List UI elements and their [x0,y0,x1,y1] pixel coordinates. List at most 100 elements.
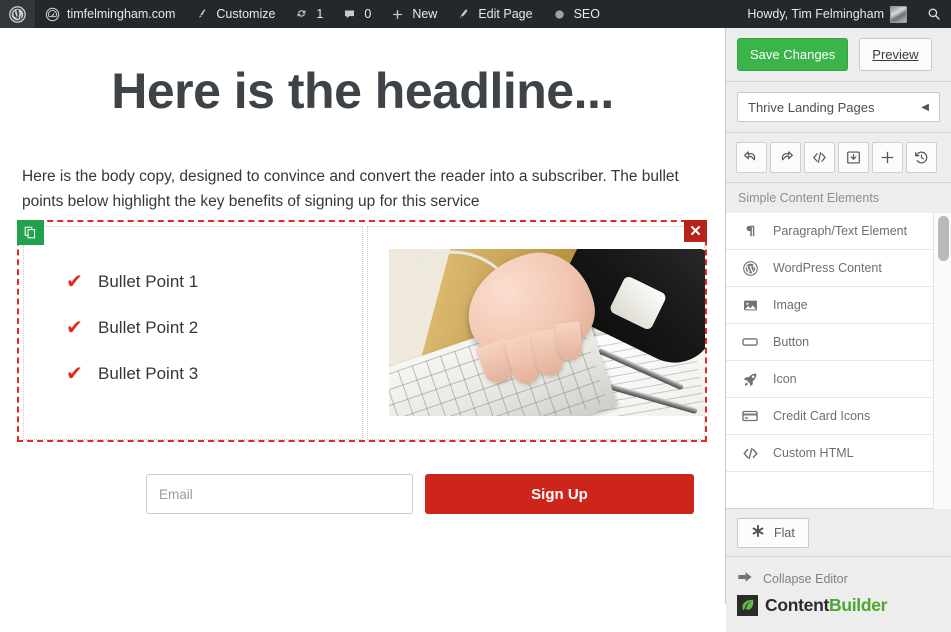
list-item[interactable]: ✔ Bullet Point 3 [66,351,198,397]
elements-list-scrollbar[interactable] [933,213,951,509]
panel-template-select: Thrive Landing Pages ◀ [726,82,951,133]
comments-count: 0 [364,7,372,21]
wordpress-icon [740,258,760,278]
preview-button[interactable]: Preview [859,38,932,71]
thrive-editor-sidebar: Save Changes Preview Thrive Landing Page… [725,28,951,632]
element-wordpress-content[interactable]: WordPress Content [726,250,933,287]
style-flat-button[interactable]: Flat [737,517,809,548]
brand-text: ContentBuilder [765,595,887,616]
credit-card-icon [740,406,760,426]
comments-link[interactable]: 0 [332,0,380,28]
page-editor-canvas[interactable]: Here is the headline... Here is the body… [0,28,725,604]
element-label: Custom HTML [773,446,854,460]
edit-page-label: Edit Page [478,7,533,21]
save-template-button[interactable] [838,142,869,173]
selected-content-section[interactable]: ✕ ✔ Bullet Point 1 ✔ Bullet Point 2 ✔ Bu… [17,220,707,442]
search-icon [925,6,942,23]
new-content-menu[interactable]: New [380,0,446,28]
code-icon [811,149,828,166]
code-button[interactable] [804,142,835,173]
history-icon [913,149,930,166]
wordpress-admin-bar: timfelmingham.com Customize 1 0 New Edit… [0,0,951,28]
element-image[interactable]: Image [726,287,933,324]
pencil-icon [455,6,472,23]
bullet-list[interactable]: ✔ Bullet Point 1 ✔ Bullet Point 2 ✔ Bull… [66,259,198,397]
element-label: Paragraph/Text Element [773,224,908,238]
redo-button[interactable] [770,142,801,173]
revision-history-button[interactable] [906,142,937,173]
element-paragraph-text[interactable]: Paragraph/Text Element [726,213,933,250]
brand-word-builder: Builder [829,595,888,615]
element-custom-html[interactable]: Custom HTML [726,435,933,472]
search-button[interactable] [916,0,951,28]
element-icon[interactable]: Icon [726,361,933,398]
bullet-label: Bullet Point 1 [98,272,199,291]
updates-count: 1 [316,7,324,21]
customize-link[interactable]: Customize [184,0,284,28]
save-changes-button[interactable]: Save Changes [737,38,849,71]
delete-element-button[interactable]: ✕ [684,220,707,242]
content-image[interactable] [389,249,705,416]
duplicate-icon [24,226,37,239]
element-button[interactable]: Button [726,324,933,361]
template-dropdown[interactable]: Thrive Landing Pages ◀ [737,92,940,122]
brand-word-content: Content [765,595,829,615]
panel-toolbar [726,133,951,183]
asterisk-icon [751,524,765,541]
page-title[interactable]: Here is the headline... [0,64,725,119]
seo-menu[interactable]: SEO [542,0,609,28]
email-field[interactable] [146,474,413,514]
avatar [890,5,907,23]
list-item[interactable]: ✔ Bullet Point 2 [66,305,198,351]
code-brackets-icon [740,443,760,463]
customize-label: Customize [216,7,276,21]
element-label: Credit Card Icons [773,409,871,423]
paragraph-icon [740,221,760,241]
clone-element-button[interactable] [17,220,44,245]
redo-icon [777,149,794,166]
content-elements-list: Paragraph/Text Element WordPress Content… [726,213,933,509]
bullet-label: Bullet Point 2 [98,318,199,337]
site-name-label: timfelmingham.com [67,7,176,21]
bullet-label: Bullet Point 3 [98,364,199,383]
signup-form[interactable]: Sign Up [146,474,694,514]
template-dropdown-label: Thrive Landing Pages [748,99,875,115]
body-copy[interactable]: Here is the body copy, designed to convi… [22,164,705,214]
add-element-button[interactable] [872,142,903,173]
list-item[interactable]: ✔ Bullet Point 1 [66,259,198,305]
leaf-icon [737,595,758,616]
save-template-icon [845,149,862,166]
image-icon [740,295,760,315]
checkmark-icon: ✔ [66,271,83,293]
updates-link[interactable]: 1 [284,0,332,28]
element-label: WordPress Content [773,261,882,275]
sign-up-button[interactable]: Sign Up [425,474,694,514]
new-label: New [412,7,438,21]
undo-button[interactable] [736,142,767,173]
panel-footer: Collapse Editor ContentBuilder [726,557,951,632]
dashboard-icon [44,6,61,23]
updates-icon [293,6,310,23]
howdy-label: Howdy, Tim Felmingham [747,7,884,21]
element-label: Button [773,335,810,349]
button-icon [740,332,760,352]
scrollbar-thumb[interactable] [938,216,949,261]
wordpress-logo-icon [9,5,26,23]
element-label: Icon [773,372,797,386]
edit-page-link[interactable]: Edit Page [446,0,541,28]
paintbrush-icon [193,6,210,23]
seo-label: SEO [573,7,600,21]
content-column-right[interactable] [367,226,705,440]
wp-logo-menu[interactable] [0,0,35,28]
collapse-editor-button[interactable]: Collapse Editor [737,570,941,587]
collapse-editor-label: Collapse Editor [763,571,848,586]
checkmark-icon: ✔ [66,317,83,339]
checkmark-icon: ✔ [66,363,83,385]
element-label: Image [773,298,808,312]
content-column-left[interactable]: ✔ Bullet Point 1 ✔ Bullet Point 2 ✔ Bull… [23,226,363,440]
chevron-left-icon: ◀ [921,101,929,113]
account-menu[interactable]: Howdy, Tim Felmingham [738,0,916,28]
element-credit-card-icons[interactable]: Credit Card Icons [726,398,933,435]
undo-icon [743,149,760,166]
site-name-menu[interactable]: timfelmingham.com [35,0,184,28]
